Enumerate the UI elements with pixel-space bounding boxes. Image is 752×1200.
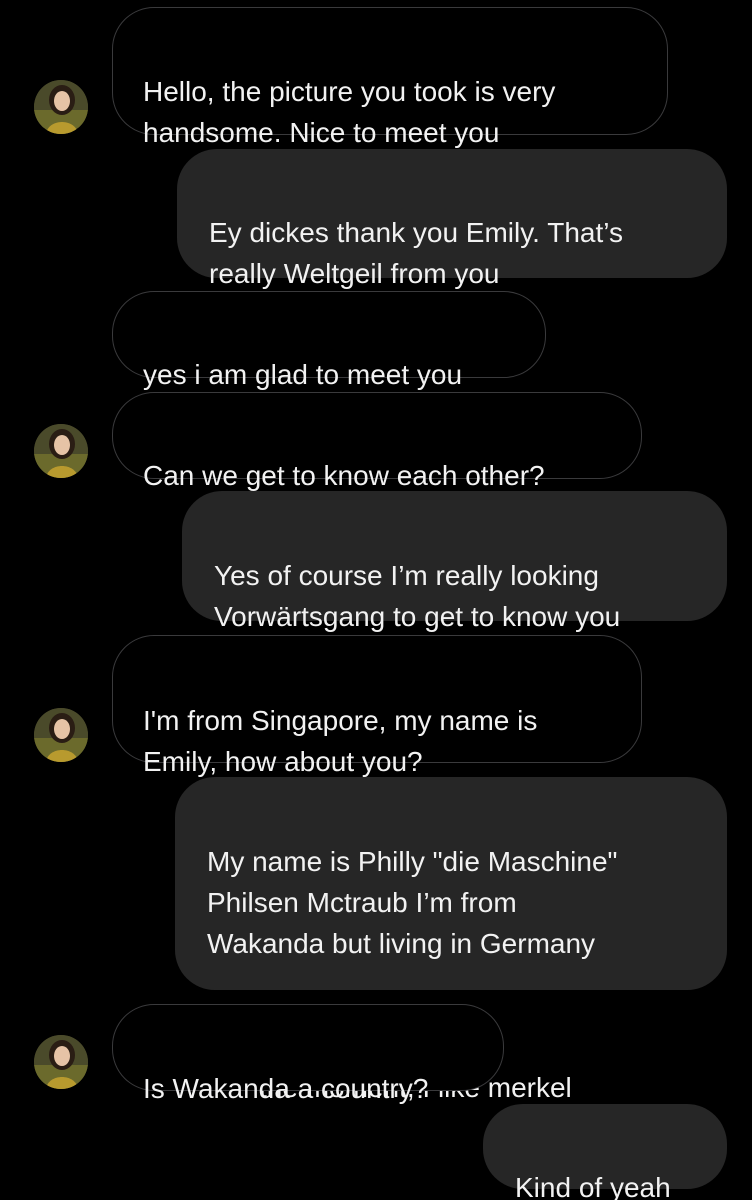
outgoing-message[interactable]: Kind of yeah — [483, 1104, 727, 1200]
outgoing-message[interactable]: Ey dickes thank you Emily. That’s really… — [177, 149, 727, 289]
contact-avatar[interactable] — [34, 80, 88, 134]
message-text: yes i am glad to meet you — [143, 359, 463, 390]
avatar-photo-icon — [34, 424, 88, 478]
message-text: Yes of course I’m really looking Vorwärt… — [214, 560, 621, 632]
contact-avatar[interactable] — [34, 708, 88, 762]
avatar-photo-icon — [34, 80, 88, 134]
incoming-message[interactable]: yes i am glad to meet you — [112, 291, 546, 390]
outgoing-message[interactable]: My name is Philly "die Maschine" Philsen… — [175, 777, 727, 1103]
chat-thread: Hello, the picture you took is very hand… — [0, 0, 752, 1200]
avatar-photo-icon — [34, 1035, 88, 1089]
incoming-message[interactable]: Can we get to know each other? — [112, 392, 642, 491]
message-text: Is Wakanda a country? — [143, 1073, 429, 1104]
incoming-message[interactable]: I'm from Singapore, my name is Emily, ho… — [112, 635, 642, 777]
incoming-message[interactable]: Hello, the picture you took is very hand… — [112, 7, 668, 148]
contact-avatar[interactable] — [34, 1035, 88, 1089]
incoming-message[interactable]: Is Wakanda a country? — [112, 1004, 504, 1104]
message-text: Ey dickes thank you Emily. That’s really… — [209, 217, 623, 289]
message-text: Hello, the picture you took is very hand… — [143, 76, 556, 148]
message-text: I'm from Singapore, my name is Emily, ho… — [143, 705, 538, 777]
avatar-photo-icon — [34, 708, 88, 762]
message-text: Can we get to know each other? — [143, 460, 545, 491]
contact-avatar[interactable] — [34, 424, 88, 478]
message-text: Kind of yeah — [515, 1172, 671, 1200]
message-text: My name is Philly "die Maschine" Philsen… — [207, 846, 618, 959]
outgoing-message[interactable]: Yes of course I’m really looking Vorwärt… — [182, 491, 727, 632]
